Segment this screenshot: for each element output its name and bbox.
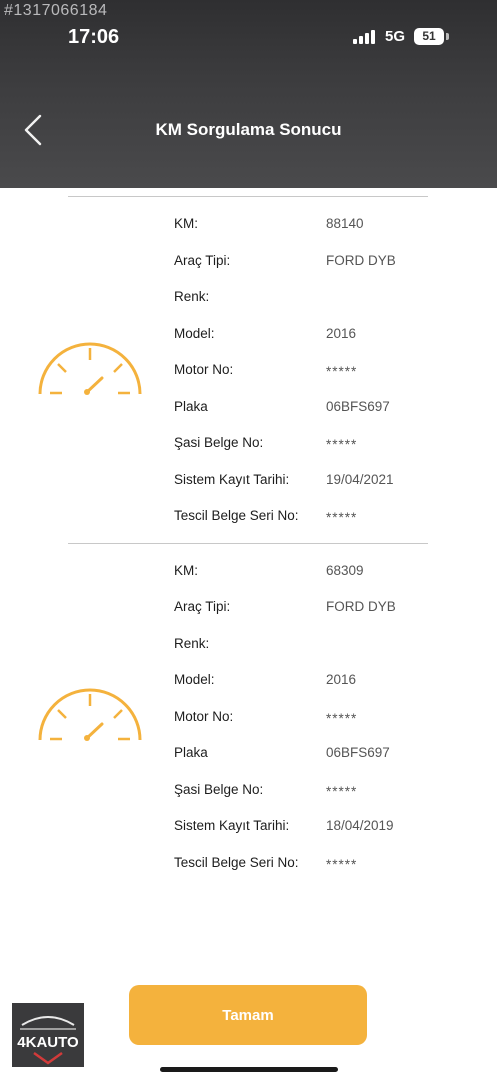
record-divider xyxy=(68,196,428,197)
field-label: Motor No: xyxy=(174,709,234,724)
field-label: Sistem Kayıt Tarihi: xyxy=(174,472,290,487)
field-label: Model: xyxy=(174,672,215,687)
4k-auto-logo-icon: 4KAUTO xyxy=(12,1003,84,1067)
field-label: Araç Tipi: xyxy=(174,253,231,268)
status-time: 17:06 xyxy=(68,26,120,48)
field-row-renk: Renk: xyxy=(174,636,474,656)
field-label: Tescil Belge Seri No: xyxy=(174,508,299,523)
field-value: ***** xyxy=(326,437,358,452)
field-row-arac-tipi: Araç Tipi: FORD DYB xyxy=(174,253,474,273)
field-value: ***** xyxy=(326,857,358,872)
home-indicator[interactable] xyxy=(160,1067,338,1072)
field-value: 19/04/2021 xyxy=(326,472,394,487)
field-label: Araç Tipi: xyxy=(174,599,231,614)
ok-button[interactable]: Tamam xyxy=(129,985,367,1045)
field-row-tescil-belge-seri-no: Tescil Belge Seri No: ***** xyxy=(174,855,474,875)
battery-tip xyxy=(446,33,449,40)
field-row-tescil-belge-seri-no: Tescil Belge Seri No: ***** xyxy=(174,508,474,528)
logo-text: 4KAUTO xyxy=(17,1034,79,1051)
field-row-motor-no: Motor No: ***** xyxy=(174,709,474,729)
field-value: ***** xyxy=(326,364,358,379)
field-label: Plaka xyxy=(174,399,208,414)
field-label: KM: xyxy=(174,216,199,231)
field-value: 06BFS697 xyxy=(326,745,390,760)
field-value: FORD DYB xyxy=(326,599,396,614)
field-label: Şasi Belge No: xyxy=(174,435,264,450)
field-value: ***** xyxy=(326,784,358,799)
field-row-km: KM: 88140 xyxy=(174,216,474,236)
field-value: 18/04/2019 xyxy=(326,818,394,833)
record-divider xyxy=(68,543,428,544)
field-value: 06BFS697 xyxy=(326,399,390,414)
page-title: KM Sorgulama Sonucu xyxy=(155,120,342,139)
watermark-id: #1317066184 xyxy=(4,2,108,19)
field-row-sasi-belge-no: Şasi Belge No: ***** xyxy=(174,435,474,455)
field-value: ***** xyxy=(326,711,358,726)
field-row-model: Model: 2016 xyxy=(174,326,474,346)
field-row-sistem-kayit-tarihi: Sistem Kayıt Tarihi: 18/04/2019 xyxy=(174,818,474,838)
field-row-km: KM: 68309 xyxy=(174,563,474,583)
field-value: ***** xyxy=(326,510,358,525)
field-label: Şasi Belge No: xyxy=(174,782,264,797)
field-value: 68309 xyxy=(326,563,364,578)
field-row-model: Model: 2016 xyxy=(174,672,474,692)
field-label: Tescil Belge Seri No: xyxy=(174,855,299,870)
field-row-renk: Renk: xyxy=(174,289,474,309)
field-label: Model: xyxy=(174,326,215,341)
field-value: 2016 xyxy=(326,672,357,687)
field-label: Renk: xyxy=(174,289,210,304)
field-row-motor-no: Motor No: ***** xyxy=(174,362,474,382)
speedometer-icon xyxy=(38,342,142,395)
signal-icon xyxy=(353,30,375,44)
field-row-plaka: Plaka 06BFS697 xyxy=(174,745,474,765)
field-label: Motor No: xyxy=(174,362,234,377)
field-label: KM: xyxy=(174,563,199,578)
field-row-plaka: Plaka 06BFS697 xyxy=(174,399,474,419)
app-header: #1317066184 17:06 5G 51 KM Sorgulama Son… xyxy=(0,0,497,188)
field-value: 2016 xyxy=(326,326,357,341)
field-value: FORD DYB xyxy=(326,253,396,268)
field-row-arac-tipi: Araç Tipi: FORD DYB xyxy=(174,599,474,619)
field-label: Sistem Kayıt Tarihi: xyxy=(174,818,290,833)
field-label: Plaka xyxy=(174,745,208,760)
field-row-sistem-kayit-tarihi: Sistem Kayıt Tarihi: 19/04/2021 xyxy=(174,472,474,492)
network-label: 5G xyxy=(385,28,406,45)
battery-icon: 51 xyxy=(414,28,444,45)
field-label: Renk: xyxy=(174,636,210,651)
speedometer-icon xyxy=(38,688,142,741)
field-value: 88140 xyxy=(326,216,364,231)
field-row-sasi-belge-no: Şasi Belge No: ***** xyxy=(174,782,474,802)
